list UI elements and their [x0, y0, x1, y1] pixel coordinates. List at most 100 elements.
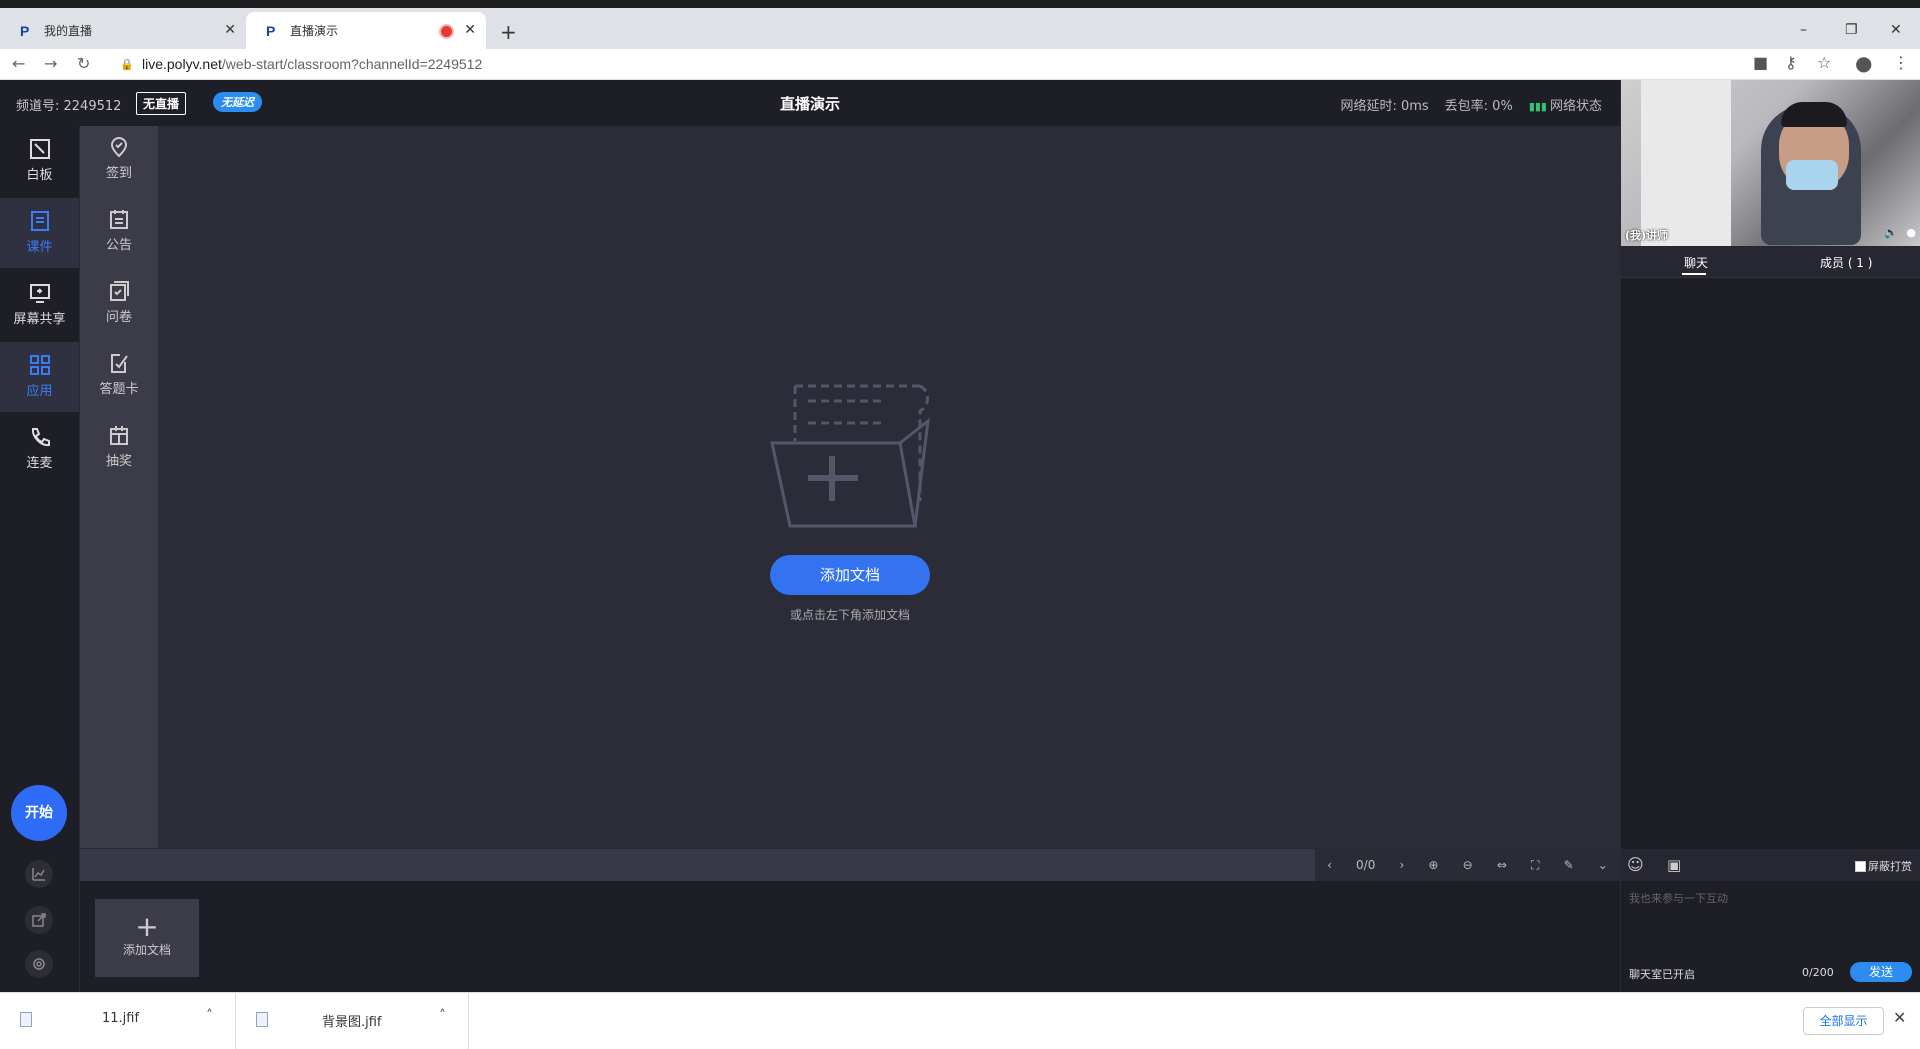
left-nav: 白板 课件 屏幕共享 应用 连麦 开始 — [0, 126, 79, 992]
whiteboard-icon — [29, 139, 50, 159]
submenu-label: 问卷 — [105, 310, 132, 325]
url-field[interactable]: live.polyv.net/web-start/classroom?chann… — [142, 56, 482, 72]
chat-tools: ☺ ▣ 屏蔽打赏 — [1621, 849, 1920, 881]
chevron-up-icon[interactable]: ˄ — [439, 1008, 446, 1024]
forward-icon[interactable]: → — [44, 54, 57, 73]
collapse-icon[interactable]: ⌄ — [1598, 858, 1608, 872]
presenter-mask — [1786, 160, 1838, 190]
teacher-label: (我)讲师 — [1625, 229, 1669, 242]
packet-loss: 丢包率: 0% — [1444, 99, 1513, 114]
stats-icon[interactable] — [25, 860, 53, 888]
minimize-icon[interactable]: – — [1800, 22, 1807, 38]
draw-icon[interactable]: ✎ — [1564, 858, 1574, 872]
new-tab-icon[interactable]: + — [500, 20, 517, 44]
menu-icon[interactable]: ⋮ — [1893, 53, 1909, 72]
prev-page-icon[interactable]: ‹ — [1327, 858, 1332, 872]
zoom-in-icon[interactable]: ⊕ — [1428, 858, 1438, 872]
send-button[interactable]: 发送 — [1850, 962, 1912, 982]
nav-apps[interactable]: 应用 — [0, 342, 79, 412]
submenu-label: 公告 — [105, 238, 132, 253]
block-reward-checkbox[interactable] — [1855, 860, 1866, 872]
nav-label: 白板 — [26, 168, 53, 183]
profile-icon[interactable]: ● — [1855, 51, 1872, 75]
submenu-announcement[interactable]: 公告 — [80, 198, 158, 268]
app-submenu: 签到 公告 问卷 答题卡 抽奖 — [80, 126, 158, 848]
star-icon[interactable]: ☆ — [1817, 53, 1831, 72]
network-status[interactable]: ▮▮▮ 网络状态 — [1529, 95, 1602, 114]
nav-label: 屏幕共享 — [13, 312, 66, 327]
submenu-questionnaire[interactable]: 问卷 — [80, 270, 158, 340]
latency: 网络延时: 0ms — [1340, 99, 1429, 114]
tab-chat[interactable]: 聊天 — [1684, 254, 1708, 271]
back-icon[interactable]: ← — [12, 54, 25, 73]
download-filename: 11.jfif — [102, 1011, 140, 1026]
nav-label: 连麦 — [26, 456, 53, 471]
chat-input[interactable]: 我也来参与一下互动 — [1629, 890, 1728, 906]
right-panel: (我)讲师 🔈 ● 聊天 成员 ( 1 ) ☺ ▣ 屏蔽打赏 我也来参与一下互动… — [1621, 80, 1920, 992]
checkin-icon — [110, 137, 128, 158]
add-document-button[interactable]: 添加文档 — [770, 555, 930, 595]
nav-whiteboard[interactable]: 白板 — [0, 126, 79, 196]
polyv-favicon-icon: P — [20, 22, 30, 39]
window-close-icon[interactable]: ✕ — [1890, 22, 1902, 38]
network-info: 网络延时: 0ms 丢包率: 0% ▮▮▮ 网络状态 — [1340, 95, 1602, 114]
key-icon[interactable]: ⚷ — [1785, 53, 1797, 72]
courseware-icon — [30, 211, 49, 231]
reload-icon[interactable]: ↻ — [77, 54, 90, 73]
close-downloads-icon[interactable]: ✕ — [1893, 1008, 1906, 1027]
tab-close-icon[interactable]: ✕ — [464, 22, 476, 38]
tab-live-demo[interactable]: P 直播演示 ✕ — [246, 12, 486, 49]
download-item[interactable]: 背景图.jfif ˄ — [236, 993, 469, 1049]
chat-status: 聊天室已开启 — [1629, 968, 1695, 981]
nav-label: 课件 — [26, 240, 53, 255]
page-indicator: 0/0 — [1356, 858, 1376, 872]
restore-icon[interactable]: ❐ — [1845, 22, 1858, 38]
nav-connect-mic[interactable]: 连麦 — [0, 414, 79, 484]
zoom-out-icon[interactable]: ⊖ — [1463, 858, 1473, 872]
tab-members[interactable]: 成员 ( 1 ) — [1820, 254, 1872, 271]
presenter-hair — [1781, 102, 1847, 127]
app-header: 频道号: 2249512 无直播 无延迟 直播演示 网络延时: 0ms 丢包率:… — [0, 80, 1620, 126]
submenu-label: 签到 — [105, 166, 132, 181]
nav-courseware[interactable]: 课件 — [0, 198, 79, 268]
apps-icon — [29, 355, 50, 375]
tab-my-live[interactable]: P 我的直播 ✕ — [0, 12, 246, 49]
external-link-icon[interactable] — [25, 906, 53, 934]
chevron-up-icon[interactable]: ˄ — [206, 1008, 213, 1024]
network-status-label: 网络状态 — [1549, 99, 1602, 114]
screen-share-icon — [29, 284, 50, 303]
lottery-icon — [110, 426, 128, 445]
volume-icon[interactable]: 🔈 — [1884, 226, 1898, 239]
mic-icon[interactable]: ● — [1906, 226, 1916, 239]
show-all-button[interactable]: 全部显示 — [1803, 1007, 1884, 1035]
submenu-answer-card[interactable]: 答题卡 — [80, 342, 158, 412]
settings-icon[interactable] — [25, 950, 53, 978]
lock-icon: 🔒 — [120, 58, 134, 71]
tab-label: 我的直播 — [44, 24, 93, 38]
teacher-video: (我)讲师 🔈 ● — [1621, 80, 1920, 246]
tab-close-icon[interactable]: ✕ — [224, 22, 236, 38]
tab-label: 直播演示 — [290, 24, 339, 38]
submenu-label: 抽奖 — [105, 454, 132, 469]
thumbnail-strip: + 添加文档 — [80, 881, 1620, 992]
next-page-icon[interactable]: › — [1399, 858, 1404, 872]
empty-document-icon — [770, 384, 930, 528]
submenu-checkin[interactable]: 签到 — [80, 126, 158, 196]
image-icon[interactable]: ▣ — [1667, 856, 1681, 874]
start-live-button[interactable]: 开始 — [11, 785, 67, 841]
emoji-icon[interactable]: ☺ — [1627, 855, 1644, 874]
fit-width-icon[interactable]: ⇔ — [1497, 858, 1507, 872]
submenu-lottery[interactable]: 抽奖 — [80, 414, 158, 484]
nav-screen-share[interactable]: 屏幕共享 — [0, 270, 79, 340]
download-item[interactable]: 11.jfif ˄ — [0, 993, 236, 1049]
background-person — [1641, 80, 1731, 246]
fullscreen-icon[interactable]: ⛶ — [1531, 858, 1539, 873]
char-count: 0/200 — [1802, 966, 1834, 979]
polyv-favicon-icon: P — [266, 22, 276, 39]
answer-card-icon — [111, 354, 128, 373]
camera-icon[interactable]: ■ — [1753, 53, 1768, 72]
questionnaire-icon — [110, 281, 129, 301]
file-icon — [256, 1012, 268, 1027]
block-reward-toggle[interactable]: 屏蔽打赏 — [1855, 858, 1912, 874]
thumbnail-add-document[interactable]: + 添加文档 — [95, 899, 199, 977]
